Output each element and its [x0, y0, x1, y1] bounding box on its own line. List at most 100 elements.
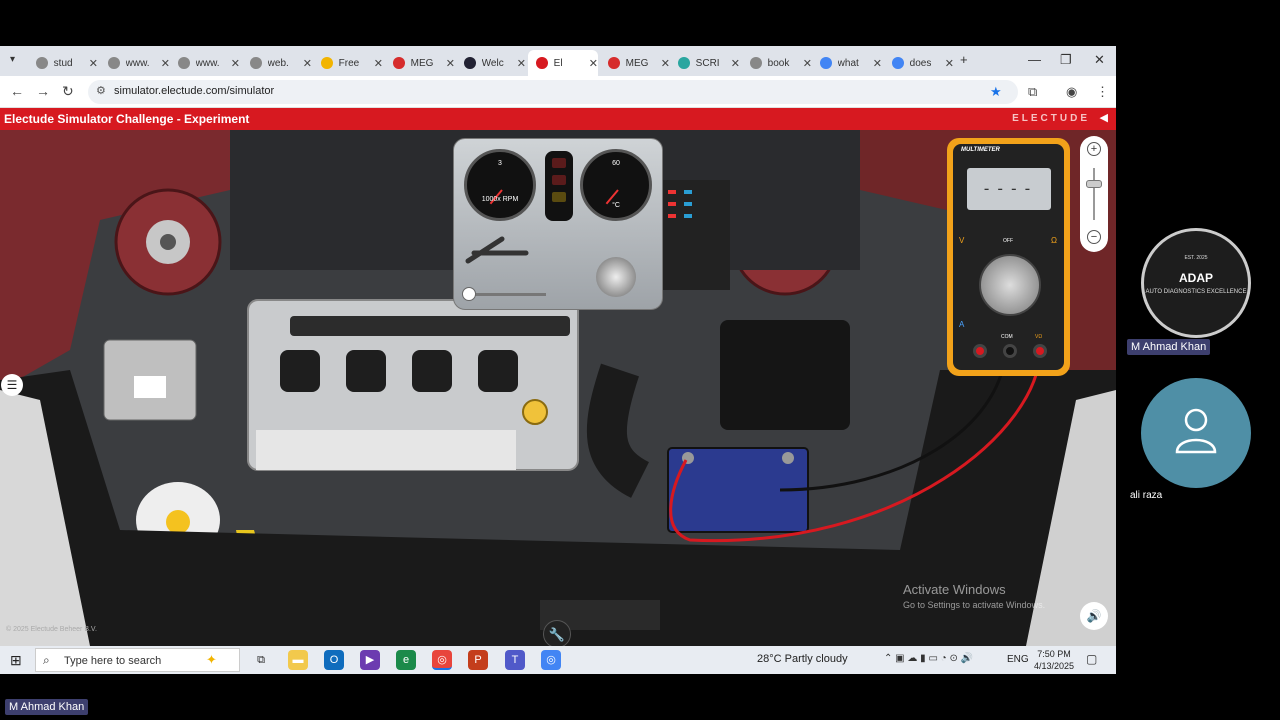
- powerpoint-icon[interactable]: P: [468, 650, 488, 670]
- close-window-button[interactable]: ✕: [1094, 52, 1105, 68]
- chrome-icon[interactable]: ◎: [432, 650, 452, 670]
- media-app-icon[interactable]: ▶: [360, 650, 380, 670]
- collapse-arrow-icon[interactable]: ◀: [1100, 111, 1108, 124]
- multimeter-display: ----: [967, 168, 1051, 210]
- edge-icon[interactable]: e: [396, 650, 416, 670]
- tab-close-icon[interactable]: ✕: [89, 57, 98, 70]
- file-explorer-icon[interactable]: ▬: [288, 650, 308, 670]
- multimeter-body: MULTIMETER ---- V OFF Ω A COM VΩ: [953, 144, 1064, 370]
- chrome-profile-icon[interactable]: ◎: [541, 650, 561, 670]
- ohm-range-label: Ω: [1051, 236, 1057, 245]
- browser-tab[interactable]: stud ✕: [28, 50, 98, 76]
- windows-taskbar: ⊞ ⌕ Type here to search ✦ ⧉ ▬ O ▶ e ◎ P …: [0, 646, 1116, 674]
- throttle-slider-track[interactable]: [466, 293, 546, 296]
- rpm-gauge: 3 1000x RPM: [464, 149, 536, 221]
- windows-start-icon[interactable]: ⊞: [10, 652, 22, 669]
- tab-label: stud: [53, 57, 73, 69]
- browser-tab[interactable]: Welc ✕: [456, 50, 526, 76]
- side-menu-button[interactable]: ☰: [1, 374, 23, 396]
- bottom-name-badge: M Ahmad Khan: [5, 699, 89, 715]
- taskbar-clock[interactable]: 7:50 PM 4/13/2025: [1034, 648, 1074, 672]
- tab-close-icon[interactable]: ✕: [161, 57, 170, 70]
- profile-avatar-icon[interactable]: ◉: [1066, 84, 1077, 100]
- teams-icon[interactable]: T: [505, 650, 525, 670]
- ignition-lever-icon[interactable]: [462, 231, 532, 271]
- tab-close-icon[interactable]: ✕: [731, 57, 740, 70]
- activate-line2: Go to Settings to activate Windows.: [903, 600, 1046, 610]
- tab-close-icon[interactable]: ✕: [446, 57, 455, 70]
- bookmark-star-icon[interactable]: ★: [990, 84, 1002, 100]
- browser-tab[interactable]: MEG ✕: [600, 50, 670, 76]
- zoom-slider-track[interactable]: [1093, 168, 1095, 220]
- restore-button[interactable]: ❐: [1060, 52, 1072, 68]
- 10a-jack[interactable]: [973, 344, 987, 358]
- g-icon: [820, 57, 832, 69]
- tab-label: www.: [195, 57, 220, 69]
- tab-close-icon[interactable]: ✕: [303, 57, 312, 70]
- reload-icon[interactable]: ↻: [62, 83, 74, 100]
- browser-tab[interactable]: web. ✕: [242, 50, 312, 76]
- browser-tab[interactable]: MEG ✕: [385, 50, 455, 76]
- site-info-icon[interactable]: ⚙: [96, 84, 106, 97]
- browser-tab[interactable]: book ✕: [742, 50, 812, 76]
- zoom-out-button[interactable]: −: [1087, 230, 1101, 244]
- zoom-in-button[interactable]: +: [1087, 142, 1101, 156]
- clock-date: 4/13/2025: [1034, 661, 1075, 671]
- extensions-icon[interactable]: ⧉: [1028, 84, 1037, 100]
- com-jack[interactable]: [1003, 344, 1017, 358]
- engine-bay-scene[interactable]: 3 1000x RPM 60 °C MULTIMETER ---- V OFF …: [0, 130, 1116, 646]
- notification-icon[interactable]: ▢: [1086, 652, 1097, 666]
- e-icon: [536, 57, 548, 69]
- guest-name-label: ali raza: [1130, 490, 1163, 501]
- url-text: simulator.electude.com/simulator: [114, 85, 275, 97]
- tab-close-icon[interactable]: ✕: [803, 57, 812, 70]
- volt-ohm-jack[interactable]: [1033, 344, 1047, 358]
- m-icon: [608, 57, 620, 69]
- tab-close-icon[interactable]: ✕: [873, 57, 882, 70]
- tab-label: MEG: [410, 57, 434, 69]
- task-view-icon[interactable]: ⧉: [251, 650, 271, 670]
- tab-search-dropdown-icon[interactable]: ▾: [10, 54, 15, 65]
- simulator-header: Electude Simulator Challenge - Experimen…: [0, 108, 1116, 130]
- temperature-gauge: 60 °C: [580, 149, 652, 221]
- clock-time: 7:50 PM: [1037, 649, 1071, 659]
- browser-tab[interactable]: SCRI ✕: [670, 50, 740, 76]
- throttle-slider-thumb[interactable]: [462, 287, 476, 301]
- globe-icon: [750, 57, 762, 69]
- rpm-ticks-top: 3: [498, 160, 502, 167]
- system-tray-icons[interactable]: ⌃ ▣ ☁ ▮ ▭ ◔ ⊙ 🔊: [884, 653, 973, 664]
- simulator-title: Electude Simulator Challenge - Experimen…: [4, 112, 250, 126]
- forward-arrow-icon[interactable]: →: [36, 83, 50, 99]
- outlook-icon[interactable]: O: [324, 650, 344, 670]
- taskbar-search-box[interactable]: ⌕ Type here to search ✦: [35, 648, 240, 672]
- tab-close-icon[interactable]: ✕: [517, 57, 526, 70]
- browser-tab[interactable]: what ✕: [812, 50, 882, 76]
- address-bar[interactable]: ⚙ simulator.electude.com/simulator: [88, 80, 1018, 104]
- wrench-tool-button[interactable]: 🔧: [543, 620, 571, 646]
- browser-tab[interactable]: www. ✕: [170, 50, 240, 76]
- tab-close-icon[interactable]: ✕: [374, 57, 383, 70]
- browser-tab[interactable]: www. ✕: [100, 50, 170, 76]
- tab-close-icon[interactable]: ✕: [661, 57, 670, 70]
- tab-close-icon[interactable]: ✕: [231, 57, 240, 70]
- zoom-slider-thumb[interactable]: [1086, 180, 1102, 188]
- browser-tab[interactable]: Free ✕: [313, 50, 383, 76]
- minimize-button[interactable]: —: [1028, 52, 1041, 67]
- ignition-key-knob[interactable]: [596, 257, 636, 297]
- tab-close-icon[interactable]: ✕: [589, 57, 598, 70]
- weather-widget[interactable]: 28°C Partly cloudy: [757, 653, 848, 665]
- multimeter-selector-dial[interactable]: [979, 254, 1041, 316]
- tab-close-icon[interactable]: ✕: [945, 57, 954, 70]
- search-placeholder: Type here to search: [64, 655, 162, 667]
- tab-label: Free: [338, 57, 360, 69]
- new-tab-button[interactable]: +: [960, 52, 968, 67]
- back-arrow-icon[interactable]: ←: [10, 83, 24, 99]
- sound-toggle-button[interactable]: 🔊: [1080, 602, 1108, 630]
- multimeter[interactable]: MULTIMETER ---- V OFF Ω A COM VΩ: [947, 138, 1070, 376]
- language-indicator[interactable]: ENG: [1007, 654, 1029, 665]
- browser-tab[interactable]: El ✕: [528, 50, 598, 76]
- browser-tab[interactable]: does ✕: [884, 50, 954, 76]
- instrument-cluster-panel: 3 1000x RPM 60 °C: [453, 138, 663, 310]
- more-menu-icon[interactable]: ⋮: [1096, 84, 1109, 100]
- zoom-control: + −: [1080, 136, 1108, 252]
